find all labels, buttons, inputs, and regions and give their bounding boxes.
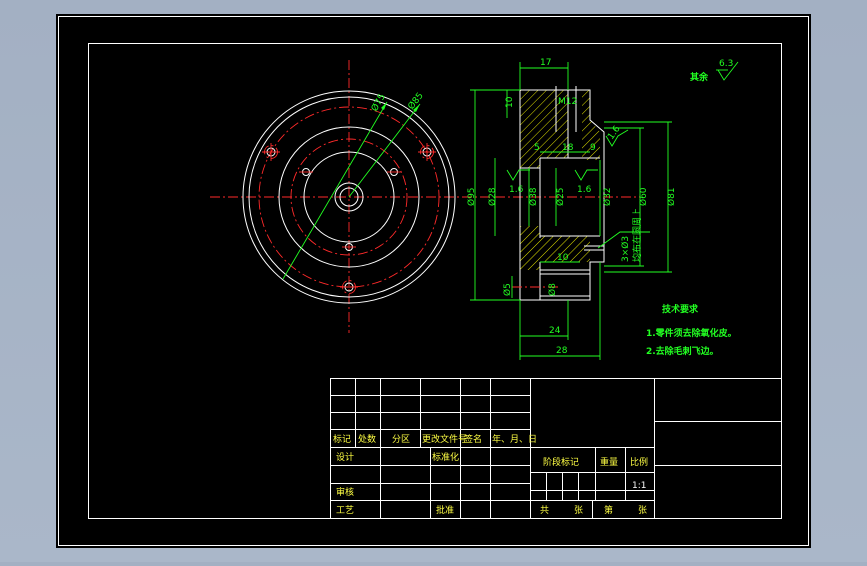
dim-step-a: 5	[534, 143, 540, 153]
cad-viewport[interactable]: Ø75 Ø85 17 10 M12 5 18 9 1.6 1.6 1.6 Ø95…	[0, 0, 867, 562]
tb-scale-label: 比例	[630, 456, 648, 468]
dim-d38: Ø38	[528, 187, 539, 206]
dim-outer-dia: Ø95	[466, 187, 477, 206]
dim-step-b: 18	[562, 143, 574, 153]
tech-req-item-1: 1.零件须去除氧化皮。	[646, 327, 737, 339]
surface-finish-label: 其余	[690, 71, 709, 83]
surface-finish-value: 6.3	[719, 59, 733, 69]
tech-req-item-2: 2.去除毛刺飞边。	[646, 345, 719, 357]
dim-w28: 28	[556, 346, 568, 356]
dim-thread: M12	[558, 97, 577, 107]
tb-rev-header-date: 年、月、日	[492, 433, 537, 445]
hole-note-2: 均布在圆周上	[631, 208, 643, 262]
drawing-canvas[interactable]: Ø75 Ø85 17 10 M12 5 18 9 1.6 1.6 1.6 Ø95…	[0, 0, 867, 562]
tb-sheet-unit: 张	[638, 505, 647, 516]
drawing-sheet	[56, 14, 811, 548]
tb-sheets-unit: 张	[574, 505, 583, 516]
dim-d8: Ø8	[547, 283, 558, 296]
tb-scale-value: 1:1	[632, 481, 646, 491]
dim-d25: Ø25	[555, 187, 566, 206]
tb-standard: 标准化	[432, 451, 459, 463]
tb-rev-header-zone: 分区	[392, 434, 410, 445]
tb-design: 设计	[336, 451, 354, 463]
dim-top-width: 17	[540, 58, 551, 68]
roughness-label-1: 1.6	[509, 185, 524, 195]
dim-d32: Ø32	[602, 187, 613, 206]
dim-d5: Ø5	[502, 283, 513, 296]
tech-req-title: 技术要求	[662, 303, 699, 315]
tb-rev-header-doc: 更改文件号	[422, 433, 467, 445]
tb-process: 工艺	[336, 505, 354, 516]
tb-weight: 重量	[600, 456, 618, 468]
dim-d28: Ø28	[487, 187, 498, 206]
tb-rev-header-mark: 标记	[333, 433, 351, 445]
tb-review: 审核	[336, 486, 354, 498]
tb-rev-header-count: 处数	[358, 433, 376, 445]
dim-w24: 24	[549, 326, 561, 336]
hole-note: 3×Ø3	[620, 236, 631, 262]
dim-top-height: 10	[505, 96, 515, 108]
tb-rev-header-sign: 签名	[464, 433, 482, 445]
tb-sheets-total: 共	[540, 505, 549, 516]
tb-approve: 批准	[436, 504, 454, 516]
dim-d60: Ø60	[638, 187, 649, 206]
tb-stage-mark: 阶段标记	[543, 456, 579, 468]
roughness-label-2: 1.6	[577, 185, 592, 195]
tb-sheet-no: 第	[604, 504, 613, 516]
dim-d81: Ø81	[666, 187, 677, 206]
dim-step-c: 9	[590, 143, 596, 153]
dim-w10: 10	[557, 253, 569, 263]
